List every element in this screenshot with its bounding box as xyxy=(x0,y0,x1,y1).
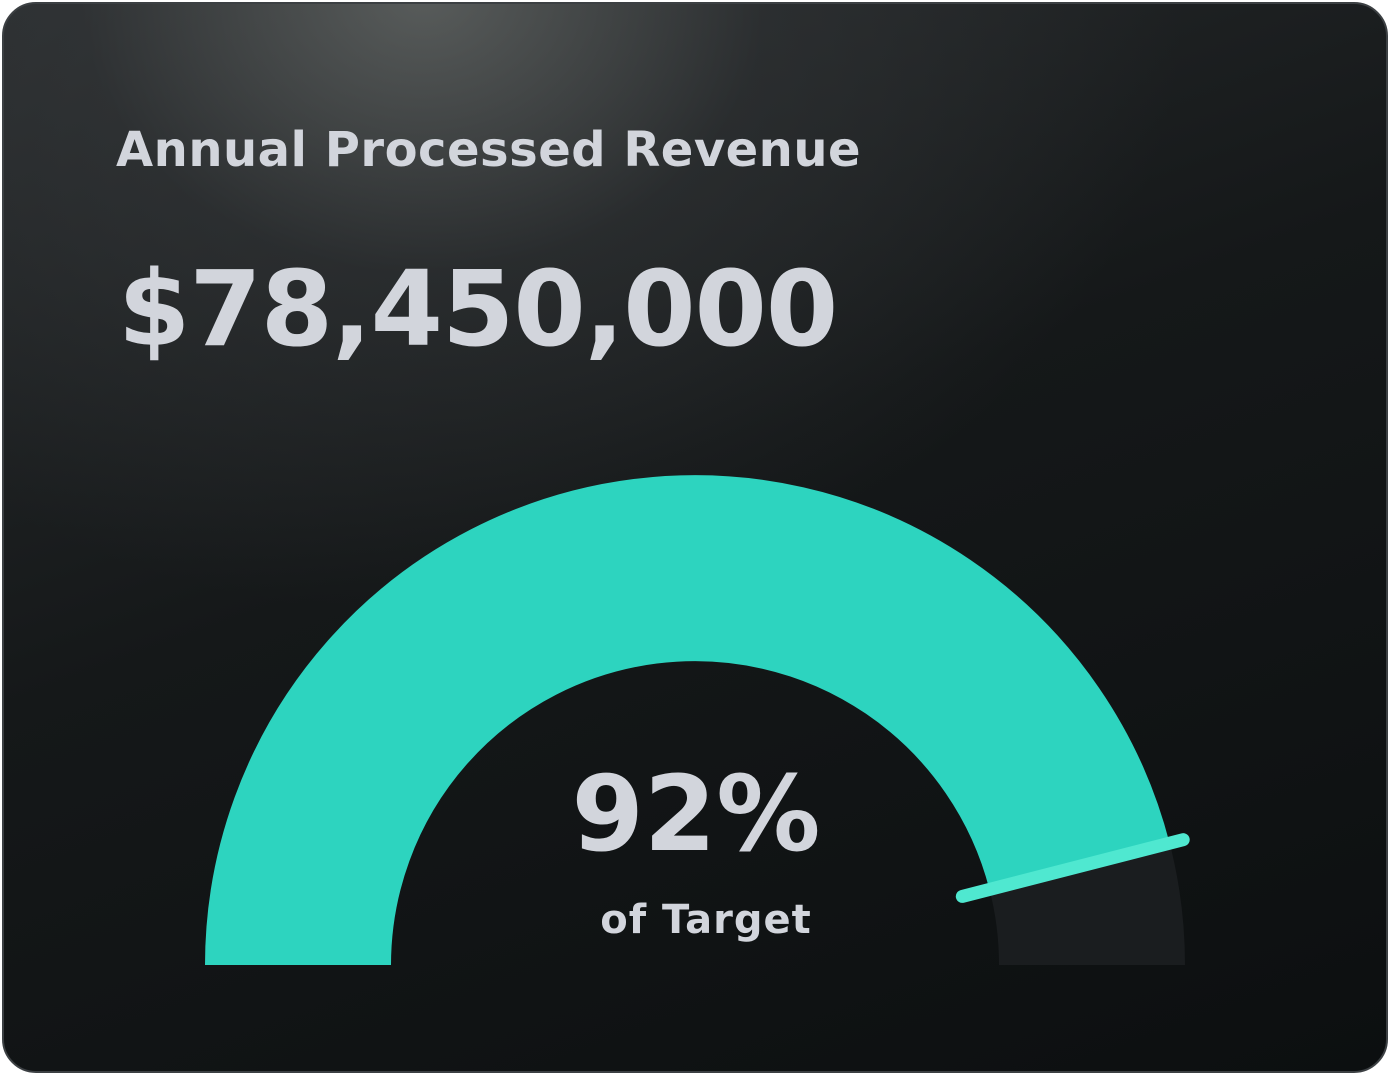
percent-caption: of Target xyxy=(600,897,812,943)
revenue-card: Annual Processed Revenue $78,450,000 92%… xyxy=(2,2,1388,1073)
percent-value: 92% xyxy=(571,753,821,875)
